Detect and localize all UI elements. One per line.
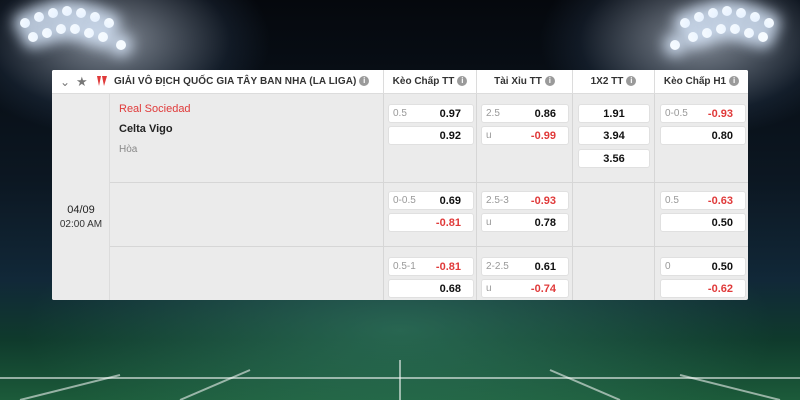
column-header-over-under-ft: Tài Xỉu TT i — [476, 70, 572, 94]
odds-value: 0.78 — [534, 217, 556, 229]
odds-value: -0.81 — [435, 261, 461, 273]
match-teams: Real Sociedad Celta Vigo Hòa — [110, 94, 383, 300]
odds-value: 0.86 — [534, 108, 556, 120]
odds-line: u — [486, 130, 492, 141]
row-divider — [110, 182, 748, 183]
odds-cell-1x2-draw[interactable]: 3.56 — [578, 149, 650, 168]
odds-value: 0.80 — [711, 130, 733, 142]
odds-value: -0.93 — [707, 108, 733, 120]
info-icon[interactable]: i — [359, 76, 370, 87]
odds-value: -0.81 — [435, 217, 461, 229]
odds-cell-under[interactable]: u -0.74 — [481, 279, 569, 298]
odds-value: 0.69 — [439, 195, 461, 207]
laliga-logo-icon — [97, 76, 107, 86]
odds-value: 0.97 — [439, 108, 461, 120]
odds-line: 2.5-3 — [486, 195, 509, 206]
odds-line: 2-2.5 — [486, 261, 509, 272]
odds-cell-over[interactable]: 2.5-3 -0.93 — [481, 191, 569, 210]
odds-line: 2.5 — [486, 108, 500, 119]
odds-cell-handicap-ft-away[interactable]: 0.68 — [388, 279, 474, 298]
star-icon[interactable]: ★ — [76, 74, 88, 90]
column-header-1x2-ft: 1X2 TT i — [572, 70, 654, 94]
odds-cell-under[interactable]: u -0.99 — [481, 126, 569, 145]
odds-cell-handicap-ft-home[interactable]: 0.5 0.97 — [388, 104, 474, 123]
odds-value: -0.99 — [530, 130, 556, 142]
column-divider — [654, 94, 655, 300]
odds-cell-handicap-ft-home[interactable]: 0.5-1 -0.81 — [388, 257, 474, 276]
column-header-handicap-h1: Kèo Chấp H1 i — [654, 70, 748, 94]
odds-value: 0.50 — [711, 261, 733, 273]
odds-cell-under[interactable]: u 0.78 — [481, 213, 569, 232]
match-time: 02:00 AM — [59, 219, 103, 230]
info-icon[interactable]: i — [729, 76, 740, 87]
odds-line: 0.5 — [665, 195, 679, 206]
odds-value: 0.50 — [711, 217, 733, 229]
odds-value: -0.62 — [707, 283, 733, 295]
odds-cell-handicap-h1-home[interactable]: 0.5 -0.63 — [660, 191, 746, 210]
odds-cell-handicap-h1-away[interactable]: 0.50 — [660, 213, 746, 232]
info-icon[interactable]: i — [626, 76, 637, 87]
column-divider — [476, 94, 477, 300]
away-team-name[interactable]: Celta Vigo — [119, 123, 173, 135]
match-date: 04/09 — [67, 204, 95, 216]
odds-cell-1x2-home[interactable]: 1.91 — [578, 104, 650, 123]
match-datetime: 04/09 02:00 AM — [52, 94, 110, 300]
column-divider — [383, 94, 384, 300]
odds-value: 0.68 — [439, 283, 461, 295]
column-header-label: Kèo Chấp H1 — [663, 76, 727, 87]
odds-cell-over[interactable]: 2.5 0.86 — [481, 104, 569, 123]
odds-cell-handicap-ft-home[interactable]: 0-0.5 0.69 — [388, 191, 474, 210]
odds-line: 0-0.5 — [393, 195, 416, 206]
odds-value: 0.92 — [439, 130, 461, 142]
odds-value: 1.91 — [603, 108, 625, 120]
odds-cell-over[interactable]: 2-2.5 0.61 — [481, 257, 569, 276]
column-divider — [572, 94, 573, 300]
chevron-down-icon[interactable]: ⌄ — [60, 75, 70, 89]
odds-cell-handicap-h1-away[interactable]: 0.80 — [660, 126, 746, 145]
stadium-lights-right — [660, 0, 780, 80]
odds-cell-1x2-away[interactable]: 3.94 — [578, 126, 650, 145]
column-header-handicap-ft: Kèo Chấp TT i — [383, 70, 476, 94]
football-field-lines — [0, 360, 800, 400]
odds-value: -0.74 — [530, 283, 556, 295]
odds-value: 3.94 — [603, 130, 625, 142]
odds-cell-handicap-h1-home[interactable]: 0 0.50 — [660, 257, 746, 276]
home-team-name[interactable]: Real Sociedad — [119, 103, 191, 115]
odds-cell-handicap-h1-home[interactable]: 0-0.5 -0.93 — [660, 104, 746, 123]
odds-cell-handicap-h1-away[interactable]: -0.62 — [660, 279, 746, 298]
column-header-label: Tài Xỉu TT — [494, 76, 542, 87]
league-header: ⌄ ★ GIẢI VÔ ĐỊCH QUỐC GIA TÂY BAN NHA (L… — [52, 70, 748, 94]
odds-line: 0.5 — [393, 108, 407, 119]
odds-value: 0.61 — [534, 261, 556, 273]
odds-value: -0.93 — [530, 195, 556, 207]
odds-line: 0-0.5 — [665, 108, 688, 119]
odds-line: 0.5-1 — [393, 261, 416, 272]
stadium-lights-left — [20, 0, 140, 80]
draw-label: Hòa — [119, 144, 138, 155]
column-header-label: Kèo Chấp TT — [392, 76, 455, 87]
odds-line: u — [486, 283, 492, 294]
row-divider — [110, 246, 748, 247]
odds-cell-handicap-ft-away[interactable]: 0.92 — [388, 126, 474, 145]
odds-table: ⌄ ★ GIẢI VÔ ĐỊCH QUỐC GIA TÂY BAN NHA (L… — [52, 70, 748, 300]
odds-line: u — [486, 217, 492, 228]
info-icon[interactable]: i — [544, 76, 555, 87]
column-header-label: 1X2 TT — [590, 76, 624, 87]
odds-value: 3.56 — [603, 153, 625, 165]
odds-line: 0 — [665, 261, 671, 272]
info-icon[interactable]: i — [457, 76, 468, 87]
league-title: GIẢI VÔ ĐỊCH QUỐC GIA TÂY BAN NHA (LA LI… — [114, 76, 370, 87]
odds-cell-handicap-ft-away[interactable]: -0.81 — [388, 213, 474, 232]
odds-value: -0.63 — [707, 195, 733, 207]
league-title-text: GIẢI VÔ ĐỊCH QUỐC GIA TÂY BAN NHA (LA LI… — [114, 76, 357, 87]
